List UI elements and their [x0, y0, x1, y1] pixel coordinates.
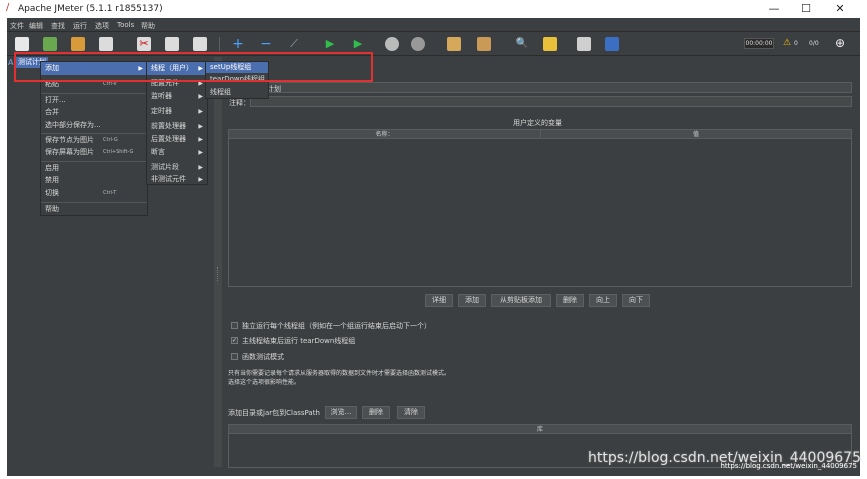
menu-search[interactable]: 查找 — [51, 21, 65, 31]
annotation-highlight-box — [14, 52, 373, 82]
elapsed-timer: 00:00:00 — [744, 38, 774, 49]
variables-table[interactable]: 名称： 值 — [228, 129, 852, 287]
submenu-item-assertion[interactable]: 断言 ▶ — [147, 146, 207, 159]
watermark-small: https://blog.csdn.net/weixin_44009675 — [720, 462, 857, 470]
save-icon[interactable] — [99, 37, 113, 51]
name-field[interactable]: 计划 — [262, 82, 852, 93]
menu-bar: 文件 编辑 查找 运行 选项 Tools 帮助 — [7, 18, 860, 32]
menu-item-disable[interactable]: 禁用 — [41, 174, 147, 187]
menu-item-save-node-image[interactable]: 保存节点为图片 Ctrl-G — [41, 133, 147, 146]
browse-button[interactable]: 浏览... — [325, 406, 357, 419]
serialize-threadgroups-label: 独立运行每个线程组（例如在一个组运行结束后启动下一个） — [242, 322, 431, 330]
menu-item-merge[interactable]: 合并 — [41, 106, 147, 119]
jmeter-feather-icon: / — [6, 2, 10, 13]
submenu-item-listener[interactable]: 监听器 ▶ — [147, 90, 207, 103]
menu-item-enable[interactable]: 启用 — [41, 161, 147, 174]
copy-icon[interactable] — [165, 37, 179, 51]
teardown-on-shutdown-label: 主线程结束后运行 tearDown线程组 — [242, 337, 356, 345]
expand-icon[interactable]: + — [231, 37, 245, 51]
functional-mode-note-2: 选择这个选项很影响性能。 — [228, 379, 301, 386]
comment-label: 注释： — [229, 99, 250, 107]
library-col: 库 — [229, 425, 851, 434]
thread-count: 0/0 — [809, 40, 819, 47]
clear-all-icon[interactable] — [477, 37, 491, 51]
menu-item-save-screen-image[interactable]: 保存屏幕为图片 Ctrl+Shift-G — [41, 146, 147, 159]
add-from-clipboard-button[interactable]: 从剪贴板添加 — [491, 294, 551, 307]
warning-icon[interactable]: ⚠ — [783, 38, 791, 48]
serialize-threadgroups-checkbox[interactable] — [231, 322, 238, 329]
start-icon[interactable]: ▶ — [323, 37, 337, 51]
down-button[interactable]: 向下 — [622, 294, 650, 307]
delete-button[interactable]: 删除 — [556, 294, 584, 307]
toggle-icon[interactable]: ⟋ — [287, 37, 301, 51]
functional-mode-checkbox[interactable] — [231, 353, 238, 360]
clear-icon[interactable] — [447, 37, 461, 51]
functional-mode-note-1: 只有当你需要记录每个请求从服务器取得的数据到文件时才需要选择函数测试模式。 — [228, 370, 451, 377]
detail-button[interactable]: 详细 — [425, 294, 453, 307]
classpath-label: 添加目录或jar包到ClassPath — [228, 409, 320, 417]
new-icon[interactable] — [15, 37, 29, 51]
function-helper-icon[interactable] — [577, 37, 591, 51]
submenu-item-post-processor[interactable]: 后置处理器 ▶ — [147, 133, 207, 146]
menu-edit[interactable]: 编辑 — [29, 21, 43, 31]
menu-item-toggle[interactable]: 切换 Ctrl-T — [41, 187, 147, 200]
classpath-delete-button[interactable]: 删除 — [362, 406, 390, 419]
start-no-pauses-icon[interactable]: ▶ — [351, 37, 365, 51]
window-title: Apache JMeter (5.1.1 r1855137) — [18, 4, 163, 14]
panel-splitter[interactable] — [214, 57, 222, 467]
templates-icon[interactable] — [43, 37, 57, 51]
paste-icon[interactable] — [193, 37, 207, 51]
context-menu: 添加 ▶ 粘贴 Ctrl-V 打开... 合并 选中部分保存为... 保存节点为图片… — [40, 61, 148, 216]
submenu-item-pre-processor[interactable]: 前置处理器 ▶ — [147, 120, 207, 133]
search-icon[interactable]: 🔍 — [515, 37, 529, 51]
menu-item-save-selection-as[interactable]: 选中部分保存为... — [41, 119, 147, 132]
collapse-icon[interactable]: − — [259, 37, 273, 51]
open-icon[interactable] — [71, 37, 85, 51]
submenu-item-thread-group[interactable]: 线程组 — [206, 87, 268, 98]
variables-col-name: 名称： — [229, 130, 540, 139]
reset-search-icon[interactable] — [543, 37, 557, 51]
warning-count: 0 — [794, 40, 798, 47]
up-button[interactable]: 向上 — [589, 294, 617, 307]
variables-col-value: 值 — [540, 130, 851, 139]
classpath-clear-button[interactable]: 清除 — [397, 406, 425, 419]
submenu-item-timer[interactable]: 定时器 ▶ — [147, 105, 207, 118]
menu-options[interactable]: 选项 — [95, 21, 109, 31]
minimize-button[interactable]: — — [760, 1, 788, 17]
menu-run[interactable]: 运行 — [73, 21, 87, 31]
teardown-on-shutdown-checkbox[interactable]: ✓ — [231, 337, 238, 344]
name-value: 计划 — [267, 85, 281, 93]
window-title-bar: / Apache JMeter (5.1.1 r1855137) — ☐ ✕ — [0, 0, 867, 18]
menu-file[interactable]: 文件 — [10, 21, 24, 31]
remote-start-icon[interactable]: ⊕ — [835, 36, 845, 50]
maximize-button[interactable]: ☐ — [792, 1, 820, 17]
menu-help[interactable]: 帮助 — [141, 21, 155, 31]
cut-icon[interactable]: ✂ — [137, 37, 151, 51]
add-button[interactable]: 添加 — [458, 294, 486, 307]
variables-title: 用户定义的变量 — [513, 119, 562, 127]
close-button[interactable]: ✕ — [826, 1, 854, 17]
help-icon[interactable] — [605, 37, 619, 51]
menu-item-help[interactable]: 帮助 — [41, 202, 147, 215]
stop-icon[interactable] — [385, 37, 399, 51]
menu-tools[interactable]: Tools — [117, 21, 134, 29]
shutdown-icon[interactable] — [411, 37, 425, 51]
functional-mode-label: 函数测试模式 — [242, 353, 284, 361]
comment-field[interactable] — [250, 96, 852, 107]
submenu-item-non-test-element[interactable]: 非测试元件 ▶ — [147, 173, 207, 186]
menu-item-open[interactable]: 打开... — [41, 93, 147, 106]
